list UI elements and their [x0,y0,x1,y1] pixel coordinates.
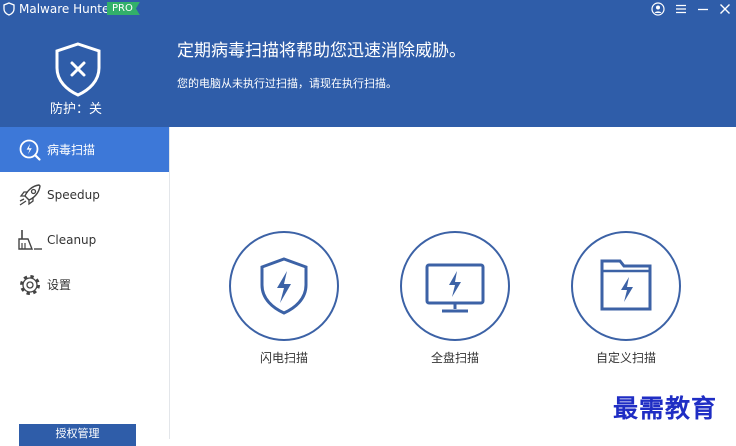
quick-scan-label: 闪电扫描 [259,351,308,365]
menu-icon[interactable] [673,1,689,17]
gear-icon [20,275,40,295]
status-subline: 您的电脑从未执行过扫描，请现在执行扫描。 [177,77,397,90]
sidebar-item-label: Cleanup [47,233,97,247]
sidebar-item-virus-scan[interactable]: 病毒扫描 [0,127,169,172]
license-management-button[interactable]: 授权管理 [19,424,136,446]
broom-icon [18,230,42,250]
pro-badge: PRO [107,2,140,15]
app-title: Malware Hunter [19,2,115,16]
full-scan-label: 全盘扫描 [430,351,479,365]
watermark: 最需教育 [613,394,718,423]
scan-lightning-icon [19,139,41,161]
protection-status: 防护：关 [50,102,103,117]
quick-scan-button[interactable] [229,231,339,341]
folder-lightning-icon [600,259,652,311]
full-scan-button[interactable] [400,231,510,341]
sidebar-item-label: 病毒扫描 [47,143,96,157]
sidebar-item-label: 设置 [47,278,72,292]
shield-lightning-icon [260,257,308,315]
sidebar-item-settings[interactable]: 设置 [0,262,169,307]
sidebar-item-cleanup[interactable]: Cleanup [0,217,169,262]
account-icon[interactable] [650,1,666,17]
custom-scan-label: 自定义扫描 [595,351,656,365]
sidebar-item-speedup[interactable]: Speedup [0,172,169,217]
rocket-icon [19,184,41,206]
minimize-icon[interactable] [695,1,711,17]
header-banner: Malware Hunter PRO 防护：关 定期病毒扫描将帮助您迅速消除威胁… [0,0,736,127]
status-headline: 定期病毒扫描将帮助您迅速消除威胁。 [177,41,466,61]
close-icon[interactable] [717,1,733,17]
custom-scan-button[interactable] [571,231,681,341]
shield-x-icon [55,42,101,97]
app-logo-icon [3,2,15,16]
sidebar-item-label: Speedup [47,188,100,202]
sidebar: 病毒扫描 Speedup Cleanup 设置 [0,127,170,439]
monitor-lightning-icon [425,263,485,313]
